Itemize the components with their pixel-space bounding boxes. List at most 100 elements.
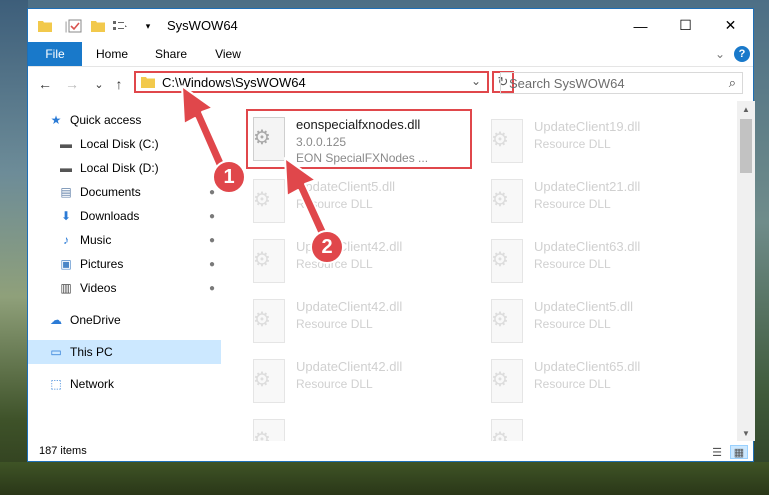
sidebar-item-onedrive[interactable]: ☁ OneDrive (28, 308, 221, 332)
file-name: UpdateClient65.dll (534, 359, 641, 374)
search-input[interactable]: Search SysWOW64 ⌕ (500, 72, 743, 94)
tab-share[interactable]: Share (149, 42, 193, 66)
gear-icon: ⚙ (491, 249, 509, 271)
tab-view[interactable]: View (206, 42, 250, 66)
file-name: UpdateClient5.dll (296, 179, 396, 194)
title-bar: | ▾ SysWOW64 — ☐ ✕ (28, 9, 753, 42)
sidebar-item-local-disk-d[interactable]: ▬ Local Disk (D:) (28, 156, 221, 180)
file-item[interactable]: ⚙ UpdateClient42.dll Resource DLL (247, 293, 467, 348)
sidebar-item-downloads[interactable]: ⬇ Downloads ● (28, 204, 221, 228)
quick-access-dropdown-icon[interactable]: ▾ (140, 18, 156, 34)
computer-icon: ▭ (50, 345, 62, 359)
tab-file[interactable]: File (28, 42, 82, 66)
address-dropdown-icon[interactable]: ⌄ (471, 74, 481, 88)
downloads-icon: ⬇ (60, 209, 72, 223)
sidebar-item-label: Local Disk (C:) (80, 137, 159, 151)
pictures-icon: ▣ (60, 257, 72, 271)
pin-icon[interactable]: ● (209, 211, 215, 222)
maximize-button[interactable]: ☐ (663, 9, 708, 42)
scroll-thumb[interactable] (740, 119, 752, 173)
file-name: UpdateClient5.dll (534, 299, 634, 314)
back-arrow-icon[interactable]: ← (36, 75, 54, 93)
file-item[interactable]: ⚙ (247, 413, 467, 441)
new-folder-icon[interactable] (90, 18, 106, 34)
network-icon: ⬚ (50, 377, 62, 391)
pin-icon[interactable]: ● (209, 187, 215, 198)
pin-icon[interactable]: ● (209, 283, 215, 294)
pin-icon[interactable]: ● (209, 235, 215, 246)
large-icons-view-icon[interactable]: ▦ (730, 445, 748, 459)
file-item[interactable]: ⚙ UpdateClient19.dll Resource DLL (485, 113, 705, 168)
file-type: Resource DLL (534, 137, 611, 151)
gear-icon: ⚙ (253, 309, 271, 331)
file-item[interactable]: ⚙ UpdateClient21.dll Resource DLL (485, 173, 705, 228)
close-button[interactable]: ✕ (708, 9, 753, 42)
window-title: SysWOW64 (167, 18, 238, 33)
sidebar-item-documents[interactable]: ▤ Documents ● (28, 180, 221, 204)
file-item[interactable]: ⚙ UpdateClient42.dll Resource DLL (247, 353, 467, 408)
ribbon-collapse-icon[interactable]: ⌄ (709, 42, 731, 66)
file-item[interactable]: ⚙ UpdateClient63.dll Resource DLL (485, 233, 705, 288)
navigation-pane: ★ Quick access ▬ Local Disk (C:) ▬ Local… (28, 101, 221, 441)
sidebar-item-label: Downloads (80, 209, 140, 223)
file-item[interactable]: ⚙ UpdateClient65.dll Resource DLL (485, 353, 705, 408)
tab-home[interactable]: Home (90, 42, 134, 66)
up-arrow-icon[interactable]: ↑ (110, 75, 128, 93)
gear-icon: ⚙ (491, 429, 509, 441)
file-name: UpdateClient42.dll (296, 359, 403, 374)
details-view-icon[interactable]: ☰ (708, 445, 726, 459)
file-name: UpdateClient19.dll (534, 119, 641, 134)
properties-icon[interactable] (67, 18, 83, 34)
file-item[interactable]: ⚙ UpdateClient5.dll Resource DLL (485, 293, 705, 348)
sidebar-item-this-pc[interactable]: ▭ This PC (28, 340, 221, 364)
file-item[interactable]: ⚙ UpdateClient42.dll Resource DLL (247, 233, 467, 288)
file-name: UpdateClient63.dll (534, 239, 641, 254)
star-icon: ★ (50, 113, 62, 127)
pin-icon[interactable]: ● (209, 259, 215, 270)
drive-icon: ▬ (60, 137, 72, 151)
folder-icon (37, 18, 53, 34)
gear-icon: ⚙ (253, 249, 271, 271)
sidebar-item-local-disk-c[interactable]: ▬ Local Disk (C:) (28, 132, 221, 156)
sidebar-item-label: Quick access (70, 113, 142, 127)
navigation-bar: ← → ⌄ ↑ C:\Windows\SysWOW64 ⌄ ↻ Search S… (28, 67, 753, 101)
sidebar-item-pictures[interactable]: ▣ Pictures ● (28, 252, 221, 276)
sidebar-item-network[interactable]: ⬚ Network (28, 372, 221, 396)
customize-toolbar-icon[interactable] (112, 18, 128, 34)
sidebar-item-music[interactable]: ♪ Music ● (28, 228, 221, 252)
vertical-scrollbar[interactable]: ▲ ▼ (737, 101, 755, 441)
sidebar-item-quick-access[interactable]: ★ Quick access (28, 108, 221, 132)
file-name: UpdateClient21.dll (534, 179, 641, 194)
documents-icon: ▤ (60, 185, 72, 199)
file-type: Resource DLL (296, 317, 373, 331)
address-path: C:\Windows\SysWOW64 (162, 75, 306, 90)
sidebar-item-label: Local Disk (D:) (80, 161, 159, 175)
forward-arrow-icon[interactable]: → (63, 75, 81, 93)
folder-icon (141, 76, 155, 91)
file-item[interactable]: ⚙ UpdateClient5.dll Resource DLL (247, 173, 467, 228)
file-type: Resource DLL (534, 197, 611, 211)
sidebar-item-videos[interactable]: ▥ Videos ● (28, 276, 221, 300)
file-name: UpdateClient42.dll (296, 299, 403, 314)
scroll-up-icon[interactable]: ▲ (737, 101, 755, 117)
file-type: Resource DLL (534, 317, 611, 331)
step-1-callout: 1 (212, 160, 246, 194)
file-item[interactable]: ⚙ (485, 413, 705, 441)
gear-icon: ⚙ (253, 369, 271, 391)
search-placeholder: Search SysWOW64 (509, 76, 625, 91)
desktop-background (0, 0, 28, 495)
sidebar-item-label: Pictures (80, 257, 124, 271)
ribbon: File Home Share View ⌄ ? (28, 42, 753, 67)
step-2-callout: 2 (310, 230, 344, 264)
recent-locations-icon[interactable]: ⌄ (90, 75, 108, 93)
file-type: Resource DLL (534, 377, 611, 391)
address-bar[interactable]: C:\Windows\SysWOW64 ⌄ (134, 71, 489, 93)
gear-icon: ⚙ (491, 369, 509, 391)
gear-icon: ⚙ (491, 129, 509, 151)
item-count: 187 items (39, 445, 87, 457)
help-icon[interactable]: ? (734, 46, 750, 62)
minimize-button[interactable]: — (618, 9, 663, 42)
gear-icon: ⚙ (253, 189, 271, 211)
scroll-down-icon[interactable]: ▼ (737, 425, 755, 441)
sidebar-item-label: OneDrive (70, 313, 121, 327)
